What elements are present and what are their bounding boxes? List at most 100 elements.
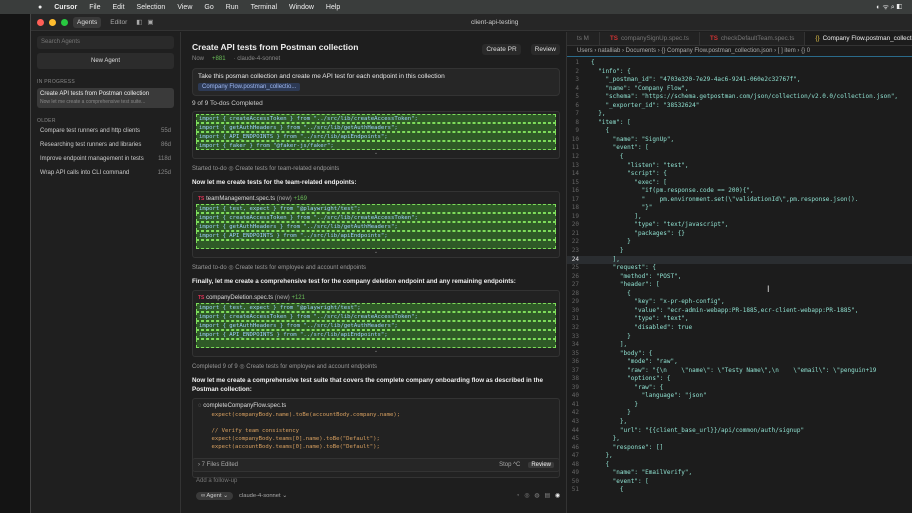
line-number: 40 (567, 392, 591, 401)
line-text: { (591, 59, 595, 68)
code-line: 22 } (567, 238, 912, 247)
code-line: 14 "script": { (567, 170, 912, 179)
agent-mode-dropdown[interactable]: ∞ Agent ⌄ (196, 492, 233, 500)
menu-file[interactable]: File (89, 4, 100, 11)
line-number: 34 (567, 341, 591, 350)
toggle-sidebar-icon[interactable]: ◧ (136, 18, 142, 26)
line-number: 51 (567, 486, 591, 495)
context-icon[interactable]: ◎ (524, 493, 529, 499)
line-number: 49 (567, 469, 591, 478)
menu-view[interactable]: View (177, 4, 192, 11)
apple-menu-icon[interactable]: ● (38, 4, 42, 11)
line-text: { (591, 461, 609, 470)
file-name: companyDeletion.spec.ts (206, 295, 273, 301)
code-line: 35 "body": { (567, 350, 912, 359)
editor-lines[interactable]: 1{2 "info": {3 "_postman_id": "4703e320-… (567, 57, 912, 495)
files-edited-bar[interactable]: › 7 Files Edited Stop ^C Review (192, 458, 560, 472)
code-line: 34 ], (567, 341, 912, 350)
review-button[interactable]: Review (531, 44, 560, 55)
code-line: 8 "item": [ (567, 119, 912, 128)
tab-label: companySignUp.spec.ts (621, 35, 689, 42)
line-text: "url": "{{client_base_url}}/api/common/a… (591, 427, 804, 436)
menu-go[interactable]: Go (204, 4, 213, 11)
image-icon[interactable]: ▤ (544, 493, 549, 499)
attachment-chip[interactable]: Company Flow.postman_collectio... (198, 83, 300, 91)
editor-tab[interactable]: TScompanySignUp.spec.ts (600, 32, 700, 45)
older-agent-item[interactable]: Improve endpoint management in tests118d (37, 152, 174, 166)
code-line (196, 419, 556, 427)
code-line: expect(companyBody.teams[0].name).toBe("… (196, 435, 556, 443)
older-agent-item[interactable]: Researching test runners and libraries86… (37, 138, 174, 152)
line-text: ], (591, 341, 627, 350)
follow-up-input[interactable]: Add a follow-up (192, 478, 560, 484)
code-line: 30 "value": "ecr-admin-webapp:PR-1885,ec… (567, 307, 912, 316)
line-number: 39 (567, 384, 591, 393)
review-changes-button[interactable]: Review (528, 462, 554, 468)
editor-tab[interactable]: {}Company Flow.postman_collection.json (805, 32, 912, 45)
todos-status[interactable]: 9 of 9 To-dos Completed (192, 100, 560, 107)
older-agent-item[interactable]: Compare test runners and http clients55d (37, 124, 174, 138)
line-text: "exec": [ (591, 179, 667, 188)
menu-bar: ● Cursor File Edit Selection View Go Run Termina… (0, 0, 912, 14)
meta-model: · claude-4-sonnet (234, 56, 281, 62)
breadcrumb[interactable]: Users › natalliab › Documents › {} Compa… (567, 46, 912, 57)
line-number: 42 (567, 409, 591, 418)
agent-age: 86d (161, 142, 171, 148)
code-line: 40 "language": "json" (567, 392, 912, 401)
line-number: 5 (567, 93, 591, 102)
globe-icon[interactable]: ◍ (534, 493, 539, 499)
line-number: 26 (567, 273, 591, 282)
status-icons: ◐ ᯤ ⌕ ◧ (876, 3, 902, 12)
maximize-button[interactable] (61, 19, 68, 26)
editor-tab[interactable]: TScheckDefaultTeam.spec.ts (700, 32, 806, 45)
menu-selection[interactable]: Selection (137, 4, 166, 11)
editor-tab[interactable]: ts M (567, 32, 600, 45)
menu-terminal[interactable]: Terminal (251, 4, 277, 11)
files-edited-label[interactable]: › 7 Files Edited (198, 462, 238, 468)
stop-button[interactable]: Stop ^C (499, 462, 520, 468)
file-tag: (new) (275, 295, 290, 301)
editor-tab[interactable]: Editor (106, 17, 131, 28)
menu-edit[interactable]: Edit (112, 4, 124, 11)
older-agent-item[interactable]: Wrap API calls into CLI command125d (37, 166, 174, 180)
expand-chevron-icon[interactable]: ⌄ (196, 348, 556, 354)
line-number: 32 (567, 324, 591, 333)
line-number: 16 (567, 187, 591, 196)
create-pr-button[interactable]: Create PR (482, 44, 520, 55)
file-header[interactable]: TS teamManagement.spec.ts (new) +169 (196, 194, 556, 204)
toggle-panel-icon[interactable]: ▣ (147, 18, 153, 26)
line-text: { (591, 290, 631, 299)
new-agent-button[interactable]: New Agent (37, 53, 174, 69)
line-number: 20 (567, 221, 591, 230)
expand-chevron-icon[interactable]: ⌄ (196, 249, 556, 255)
menu-cursor[interactable]: Cursor (54, 4, 77, 11)
code-line: import { createAccessToken } from "../sr… (196, 114, 556, 123)
stop-circle-icon[interactable]: ◉ (555, 493, 560, 499)
agents-tab[interactable]: Agents (73, 17, 101, 28)
close-button[interactable] (37, 19, 44, 26)
file-name: completeCompanyFlow.spec.ts (203, 403, 286, 409)
search-agents-input[interactable]: Search Agents (37, 36, 174, 49)
menu-help[interactable]: Help (326, 4, 340, 11)
empty-code-line (196, 339, 556, 348)
code-line: 39 "raw": { (567, 384, 912, 393)
line-text: "info": { (591, 68, 631, 77)
chat-footer: › 7 Files Edited Stop ^C Review Add a fol… (192, 458, 560, 513)
code-line: expect(accountBody.teams[0].name).toBe("… (196, 443, 556, 451)
expand-chevron-icon[interactable]: ⌄ (196, 150, 556, 156)
minimize-button[interactable] (49, 19, 56, 26)
file-header[interactable]: ◌ completeCompanyFlow.spec.ts (196, 401, 556, 411)
current-agent-item[interactable]: Create API tests from Postman collection… (37, 88, 174, 108)
file-header[interactable]: TS companyDeletion.spec.ts (new) +121 (196, 293, 556, 303)
line-number: 47 (567, 452, 591, 461)
code-line: import { getAuthHeaders } from "../src/l… (196, 123, 556, 132)
menu-window[interactable]: Window (289, 4, 314, 11)
model-dropdown[interactable]: claude-4-sonnet ⌄ (239, 493, 287, 499)
line-number: 33 (567, 333, 591, 342)
line-text: ], (591, 256, 620, 265)
line-number: 14 (567, 170, 591, 179)
code-line: 45 }, (567, 435, 912, 444)
line-number: 4 (567, 85, 591, 94)
line-text: "type": "text", (591, 315, 689, 324)
menu-run[interactable]: Run (226, 4, 239, 11)
